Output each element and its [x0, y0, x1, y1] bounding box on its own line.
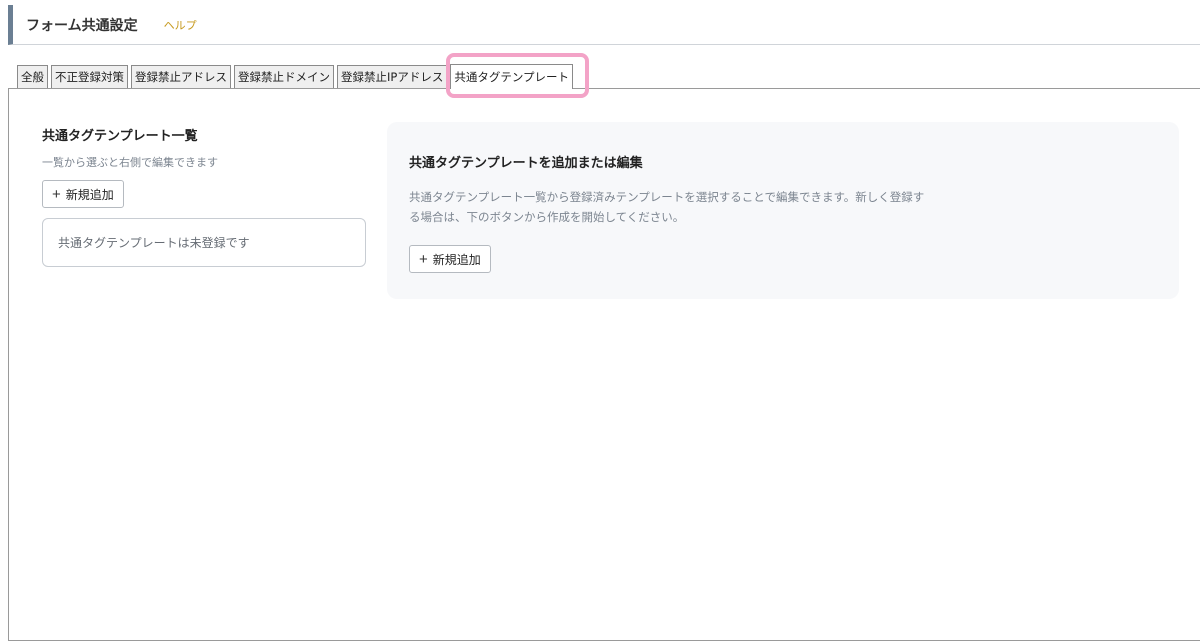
tab-blocked-addresses[interactable]: 登録禁止アドレス [131, 65, 231, 88]
help-link[interactable]: ヘルプ [164, 17, 197, 33]
page-title: フォーム共通設定 [26, 17, 138, 34]
plus-icon: + [52, 185, 61, 203]
template-list-subtitle: 一覧から選ぶと右側で編集できます [42, 156, 218, 169]
template-editor-description: 共通タグテンプレート一覧から登録済みテンプレートを選択することで編集できます。新… [409, 190, 925, 224]
tab-blocked-ip-addresses[interactable]: 登録禁止IPアドレス [337, 65, 448, 88]
template-list-empty-message: 共通タグテンプレートは未登録です [58, 236, 250, 250]
editor-add-button-label: 新規追加 [432, 252, 481, 267]
tab-fraud-prevention[interactable]: 不正登録対策 [51, 65, 128, 88]
template-list-empty-box: 共通タグテンプレートは未登録です [42, 218, 366, 267]
tab-common-tag-templates[interactable]: 共通タグテンプレート [450, 64, 573, 89]
list-add-button[interactable]: + 新規追加 [42, 180, 124, 208]
list-add-button-label: 新規追加 [65, 187, 114, 202]
page-header: フォーム共通設定 ヘルプ [8, 5, 1200, 45]
settings-tabs: 全般 不正登録対策 登録禁止アドレス 登録禁止ドメイン 登録禁止IPアドレス 共… [17, 64, 573, 89]
template-editor-title: 共通タグテンプレートを追加または編集 [409, 156, 643, 171]
plus-icon: + [419, 250, 428, 268]
template-editor-card: 共通タグテンプレートを追加または編集 共通タグテンプレート一覧から登録済みテンプ… [387, 122, 1179, 299]
tab-general[interactable]: 全般 [17, 65, 48, 88]
template-list-title: 共通タグテンプレート一覧 [42, 129, 198, 144]
editor-add-button[interactable]: + 新規追加 [409, 245, 491, 273]
template-list-section: 共通タグテンプレート一覧 一覧から選ぶと右側で編集できます + 新規追加 共通タ… [42, 125, 366, 267]
tab-blocked-domains[interactable]: 登録禁止ドメイン [234, 65, 334, 88]
